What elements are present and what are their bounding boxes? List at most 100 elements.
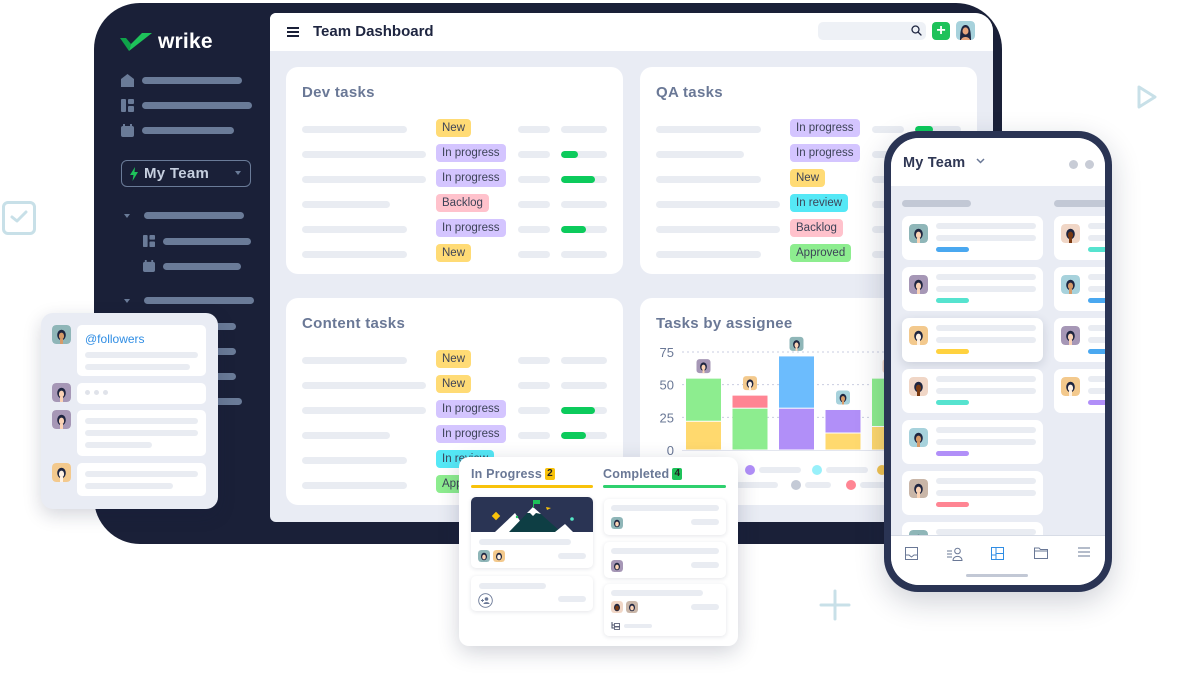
- task-title-line: [1088, 223, 1105, 229]
- mobile-title[interactable]: My Team: [903, 155, 965, 171]
- mobile-task-card[interactable]: [902, 369, 1043, 413]
- bar-segment-green[interactable]: [732, 408, 768, 450]
- wrike-logo[interactable]: wrike: [120, 30, 213, 54]
- status-badge[interactable]: In progress: [790, 119, 860, 137]
- legend-swatch: [812, 465, 822, 475]
- board-task-card[interactable]: [604, 542, 726, 578]
- status-badge[interactable]: New: [436, 375, 472, 393]
- search-input[interactable]: [818, 22, 926, 40]
- bar-segment-yellow[interactable]: [825, 433, 861, 450]
- assignee-avatar[interactable]: [696, 359, 711, 374]
- legend-label: [826, 467, 868, 473]
- column-header-in-progress[interactable]: In Progress 2: [471, 467, 555, 481]
- add-button[interactable]: +: [932, 22, 950, 40]
- task-row[interactable]: New: [302, 119, 608, 137]
- status-badge[interactable]: New: [790, 169, 826, 187]
- task-row[interactable]: New: [302, 244, 608, 262]
- assignee-avatar[interactable]: [789, 336, 804, 351]
- task-row[interactable]: In progress: [302, 425, 608, 443]
- status-badge[interactable]: New: [436, 244, 472, 262]
- commenter-avatar[interactable]: [52, 325, 71, 344]
- comment-line: [85, 418, 198, 424]
- sidebar-item-label: [163, 237, 251, 245]
- status-badge[interactable]: In progress: [436, 169, 506, 187]
- user-avatar[interactable]: [956, 21, 975, 40]
- comment-bubble[interactable]: @followers: [77, 325, 206, 376]
- task-row[interactable]: In progress: [302, 144, 608, 162]
- sidebar-folder-2[interactable]: [124, 297, 254, 304]
- task-row[interactable]: Backlog: [302, 194, 608, 212]
- legend-label: [736, 482, 778, 488]
- menu-icon[interactable]: [1078, 547, 1090, 557]
- dashboard-icon[interactable]: [991, 547, 1004, 560]
- sidebar-subitem-dashboard[interactable]: [143, 235, 251, 247]
- status-badge[interactable]: Backlog: [790, 219, 843, 237]
- board-task-card[interactable]: [471, 497, 593, 568]
- status-badge[interactable]: In progress: [436, 425, 506, 443]
- sidebar-item-home[interactable]: [121, 74, 242, 87]
- mobile-task-card[interactable]: [902, 420, 1043, 464]
- task-row[interactable]: In progress: [302, 400, 608, 418]
- task-row[interactable]: In progress: [302, 169, 608, 187]
- board-task-card[interactable]: [604, 584, 726, 636]
- status-badge[interactable]: Approved: [790, 244, 852, 262]
- assignee-avatar: [1061, 326, 1080, 345]
- status-badge[interactable]: New: [436, 350, 472, 368]
- board-task-card[interactable]: [604, 499, 726, 535]
- mention-text[interactable]: @followers: [85, 332, 145, 346]
- bar-segment-purple[interactable]: [825, 409, 861, 433]
- column-count: 2: [544, 468, 555, 480]
- commenter-avatar[interactable]: [52, 410, 71, 429]
- sidebar-item-dashboards[interactable]: [121, 99, 252, 112]
- status-badge[interactable]: In progress: [436, 219, 506, 237]
- mobile-task-card[interactable]: [1054, 369, 1105, 413]
- status-badge[interactable]: In progress: [436, 400, 506, 418]
- commenter-avatar[interactable]: [52, 383, 71, 402]
- comment-bubble[interactable]: [77, 410, 206, 456]
- comment-line: [85, 483, 173, 489]
- mobile-task-card[interactable]: [902, 267, 1043, 311]
- bar-segment-blue[interactable]: [779, 356, 814, 408]
- commenter-avatar[interactable]: [52, 463, 71, 482]
- sidebar-subitem-calendar[interactable]: [143, 260, 241, 272]
- inbox-icon[interactable]: [905, 547, 918, 560]
- progress-bar: [561, 176, 607, 183]
- progress-fill: [561, 226, 587, 233]
- status-badge[interactable]: In progress: [790, 144, 860, 162]
- assignee-avatar[interactable]: [743, 376, 757, 391]
- column-count: 4: [672, 468, 683, 480]
- sidebar-item-calendar[interactable]: [121, 124, 234, 137]
- chevron-down-icon[interactable]: [976, 158, 985, 164]
- mobile-task-card[interactable]: [1054, 318, 1105, 362]
- comment-line: [85, 442, 152, 448]
- add-assignee-icon[interactable]: [478, 593, 493, 608]
- mobile-task-card[interactable]: [902, 318, 1043, 362]
- team-selector[interactable]: My Team: [121, 160, 251, 187]
- bar-segment-green[interactable]: [686, 378, 721, 421]
- task-row[interactable]: New: [302, 350, 608, 368]
- task-row[interactable]: New: [302, 375, 608, 393]
- task-row[interactable]: In progress: [302, 219, 608, 237]
- assignee-avatar: [909, 479, 928, 498]
- status-badge[interactable]: In progress: [436, 144, 506, 162]
- column-header-completed[interactable]: Completed 4: [603, 467, 683, 481]
- bar-segment-yellow[interactable]: [686, 421, 721, 450]
- assignee-avatar[interactable]: [836, 390, 850, 405]
- assignee-line: [518, 176, 550, 183]
- comment-bubble[interactable]: [77, 463, 206, 496]
- mobile-task-card[interactable]: [1054, 267, 1105, 311]
- my-work-icon[interactable]: [947, 547, 963, 561]
- bar-segment-red[interactable]: [732, 395, 768, 408]
- status-badge[interactable]: New: [436, 119, 472, 137]
- status-badge[interactable]: In review: [790, 194, 849, 212]
- legend-label: [805, 482, 831, 488]
- projects-icon[interactable]: [1034, 547, 1048, 559]
- sidebar-folder-1[interactable]: [124, 212, 244, 219]
- status-badge[interactable]: Backlog: [436, 194, 489, 212]
- mobile-task-card[interactable]: [902, 216, 1043, 260]
- mobile-task-card[interactable]: [1054, 216, 1105, 260]
- board-task-card[interactable]: [471, 576, 593, 611]
- mobile-task-card[interactable]: [902, 471, 1043, 515]
- hamburger-icon[interactable]: [287, 27, 299, 37]
- bar-segment-purple[interactable]: [779, 408, 814, 450]
